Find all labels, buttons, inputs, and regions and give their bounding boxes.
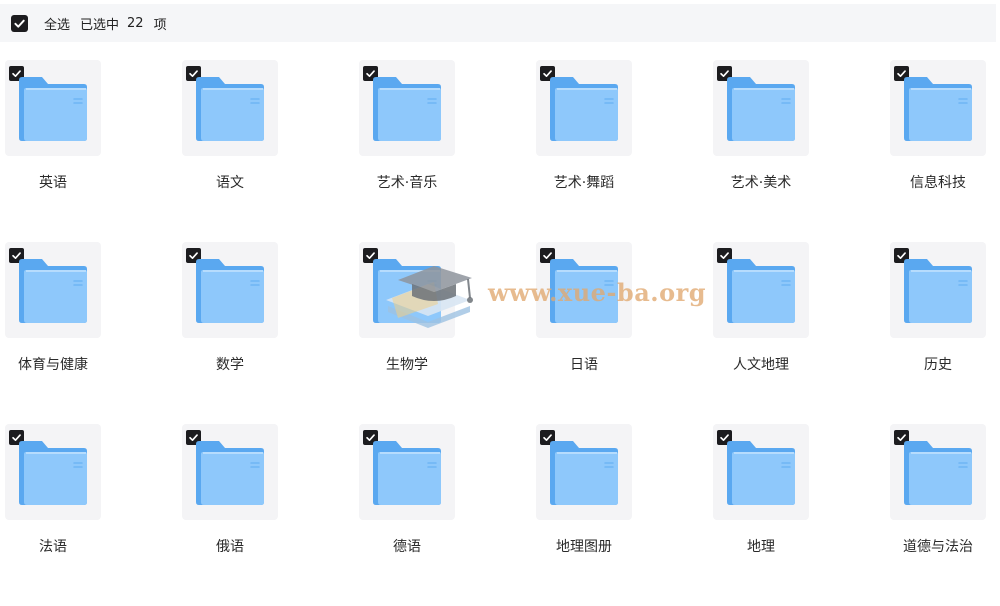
select-all-checkbox[interactable]	[11, 14, 28, 32]
selected-count: 22	[127, 15, 144, 31]
folder-icon-wrap	[549, 440, 619, 506]
folder-thumbnail[interactable]	[5, 424, 101, 520]
folder-icon	[196, 77, 264, 141]
folder-label[interactable]: 人文地理	[708, 354, 814, 374]
folder-label[interactable]: 信息科技	[885, 172, 991, 192]
folder-icon-wrap	[18, 440, 88, 506]
folder-icon	[373, 259, 441, 323]
folder-icon-wrap	[372, 76, 442, 142]
folder-icon	[727, 441, 795, 505]
selected-count-prefix: 已选中	[80, 17, 120, 33]
folder-icon	[727, 259, 795, 323]
folder-label[interactable]: 俄语	[177, 536, 283, 556]
folder-thumbnail[interactable]	[713, 60, 809, 156]
folder-icon	[550, 441, 618, 505]
folder-icon	[373, 441, 441, 505]
folder-icon	[550, 77, 618, 141]
folder-item[interactable]: 道德与法治	[885, 424, 1000, 606]
folder-thumbnail[interactable]	[5, 242, 101, 338]
folder-icon-wrap	[195, 258, 265, 324]
folder-label[interactable]: 艺术·音乐	[354, 172, 460, 192]
folder-thumbnail[interactable]	[182, 60, 278, 156]
folder-icon-wrap	[549, 76, 619, 142]
folder-item[interactable]: 艺术·音乐	[354, 60, 531, 242]
folder-icon	[19, 77, 87, 141]
folder-label[interactable]: 艺术·舞蹈	[531, 172, 637, 192]
folder-icon-wrap	[372, 440, 442, 506]
folder-item[interactable]: 生物学	[354, 242, 531, 424]
folder-item[interactable]: 日语	[531, 242, 708, 424]
folder-item[interactable]: 艺术·舞蹈	[531, 60, 708, 242]
folder-label[interactable]: 英语	[0, 172, 106, 192]
folder-thumbnail[interactable]	[182, 424, 278, 520]
folder-icon-wrap	[18, 258, 88, 324]
folder-icon	[19, 441, 87, 505]
folder-icon-wrap	[549, 258, 619, 324]
folder-item[interactable]: 法语	[0, 424, 177, 606]
check-icon	[14, 19, 25, 28]
folder-thumbnail[interactable]	[359, 242, 455, 338]
folder-icon-wrap	[903, 258, 973, 324]
folder-icon-wrap	[726, 258, 796, 324]
folder-label[interactable]: 艺术·美术	[708, 172, 814, 192]
folder-item[interactable]: 艺术·美术	[708, 60, 885, 242]
folder-item[interactable]: 俄语	[177, 424, 354, 606]
folder-icon-wrap	[903, 440, 973, 506]
folder-icon-wrap	[195, 76, 265, 142]
folder-icon	[196, 259, 264, 323]
folder-label[interactable]: 道德与法治	[885, 536, 991, 556]
folder-icon	[550, 259, 618, 323]
folder-icon	[904, 259, 972, 323]
folder-icon	[373, 77, 441, 141]
folder-item[interactable]: 人文地理	[708, 242, 885, 424]
folder-icon-wrap	[372, 258, 442, 324]
folder-label[interactable]: 历史	[885, 354, 991, 374]
folder-item[interactable]: 德语	[354, 424, 531, 606]
folder-label[interactable]: 体育与健康	[0, 354, 106, 374]
folder-label[interactable]: 地理	[708, 536, 814, 556]
folder-thumbnail[interactable]	[536, 424, 632, 520]
folder-icon	[727, 77, 795, 141]
folder-thumbnail[interactable]	[890, 424, 986, 520]
folder-item[interactable]: 地理	[708, 424, 885, 606]
folder-icon-wrap	[195, 440, 265, 506]
folder-item[interactable]: 地理图册	[531, 424, 708, 606]
folder-label[interactable]: 法语	[0, 536, 106, 556]
folder-thumbnail[interactable]	[890, 60, 986, 156]
folder-label[interactable]: 数学	[177, 354, 283, 374]
folder-icon	[904, 441, 972, 505]
folder-icon	[904, 77, 972, 141]
folder-thumbnail[interactable]	[359, 60, 455, 156]
folder-icon	[19, 259, 87, 323]
folder-thumbnail[interactable]	[536, 60, 632, 156]
folder-item[interactable]: 数学	[177, 242, 354, 424]
folder-label[interactable]: 日语	[531, 354, 637, 374]
folder-thumbnail[interactable]	[713, 242, 809, 338]
folder-thumbnail[interactable]	[182, 242, 278, 338]
folder-icon-wrap	[18, 76, 88, 142]
folder-item[interactable]: 语文	[177, 60, 354, 242]
folder-thumbnail[interactable]	[890, 242, 986, 338]
folder-thumbnail[interactable]	[5, 60, 101, 156]
folder-label[interactable]: 德语	[354, 536, 460, 556]
folder-item[interactable]: 信息科技	[885, 60, 1000, 242]
folder-icon-wrap	[903, 76, 973, 142]
selected-count-suffix: 项	[153, 17, 167, 33]
folder-item[interactable]: 体育与健康	[0, 242, 177, 424]
folder-thumbnail[interactable]	[359, 424, 455, 520]
folder-icon-wrap	[726, 440, 796, 506]
folder-icon	[196, 441, 264, 505]
folder-item[interactable]: 英语	[0, 60, 177, 242]
folder-label[interactable]: 生物学	[354, 354, 460, 374]
folder-icon-wrap	[726, 76, 796, 142]
folder-item[interactable]: 历史	[885, 242, 1000, 424]
folder-label[interactable]: 语文	[177, 172, 283, 192]
folder-thumbnail[interactable]	[536, 242, 632, 338]
select-all-label[interactable]: 全选	[44, 14, 70, 33]
folder-thumbnail[interactable]	[713, 424, 809, 520]
selection-toolbar: 全选 已选中 22 项	[0, 4, 996, 42]
folder-label[interactable]: 地理图册	[531, 536, 637, 556]
folder-grid: 英语 语文 艺术·音乐 艺术·舞蹈 艺术·美术 信息科技体育与健康 数学 生物学 日语 人文地理 历…	[0, 60, 1000, 606]
